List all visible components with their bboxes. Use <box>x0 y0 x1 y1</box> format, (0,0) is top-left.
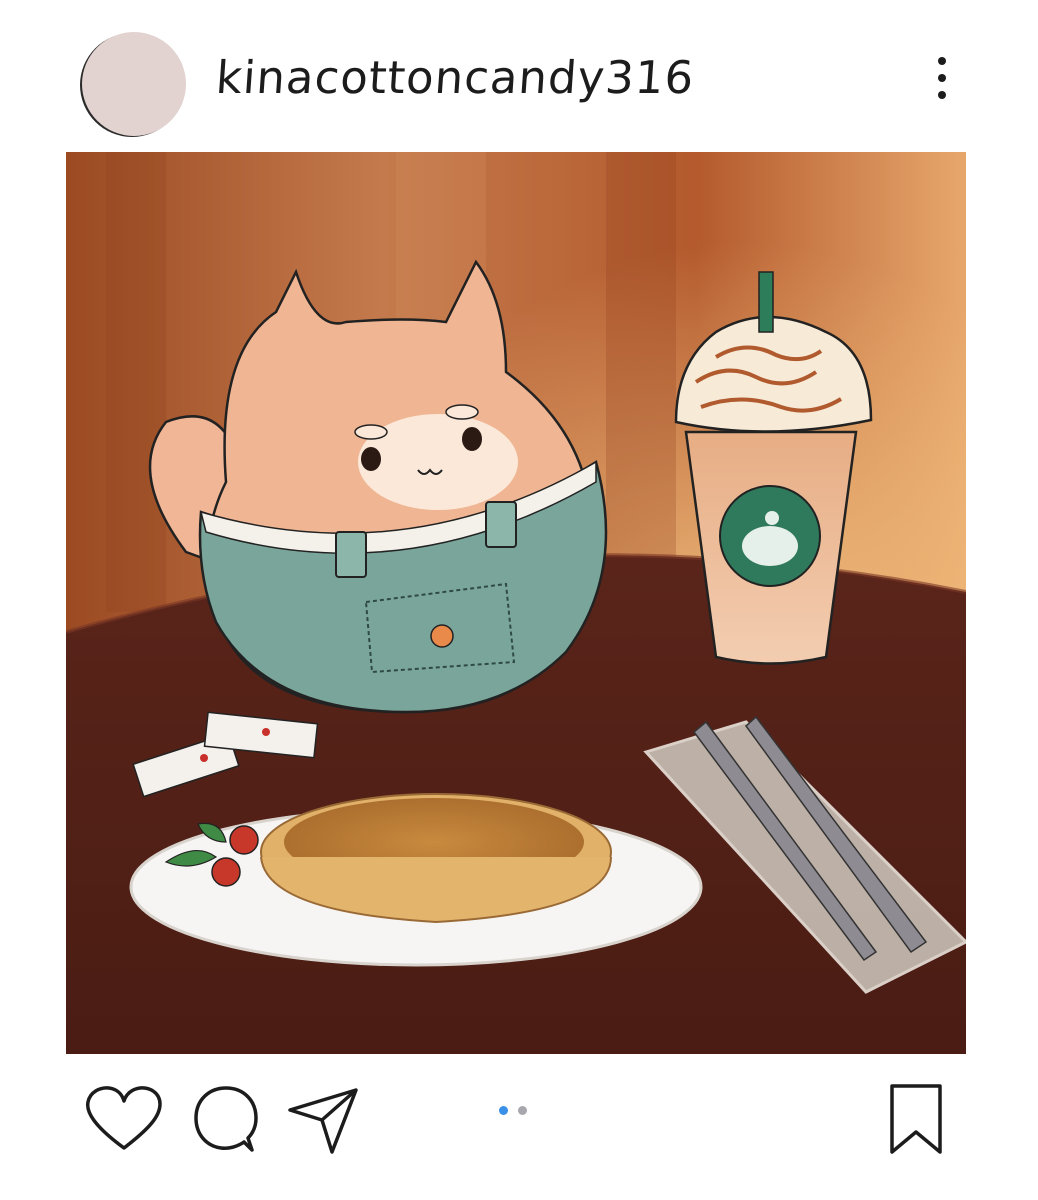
bookmark-icon <box>890 1084 942 1154</box>
username[interactable]: kinacottoncandy316 <box>214 48 696 108</box>
paper-plane-icon <box>288 1088 358 1154</box>
action-bar <box>0 1070 1038 1180</box>
share-button[interactable] <box>286 1084 362 1156</box>
save-button[interactable] <box>884 1080 948 1158</box>
post-image[interactable] <box>66 152 966 1054</box>
post-header: kinacottoncandy316 <box>0 0 1038 150</box>
illustration <box>66 152 966 1054</box>
comment-bubble-icon <box>194 1086 258 1152</box>
more-vertical-icon <box>938 57 946 99</box>
instagram-post: kinacottoncandy316 <box>0 0 1038 1200</box>
like-button[interactable] <box>84 1084 164 1154</box>
heart-icon <box>85 1086 162 1150</box>
more-options-button[interactable] <box>922 54 962 102</box>
comment-button[interactable] <box>192 1080 262 1158</box>
avatar[interactable] <box>84 34 184 134</box>
carousel-dot[interactable] <box>518 1106 527 1115</box>
carousel-dot-active[interactable] <box>499 1106 508 1115</box>
carousel-indicator <box>494 1104 544 1118</box>
